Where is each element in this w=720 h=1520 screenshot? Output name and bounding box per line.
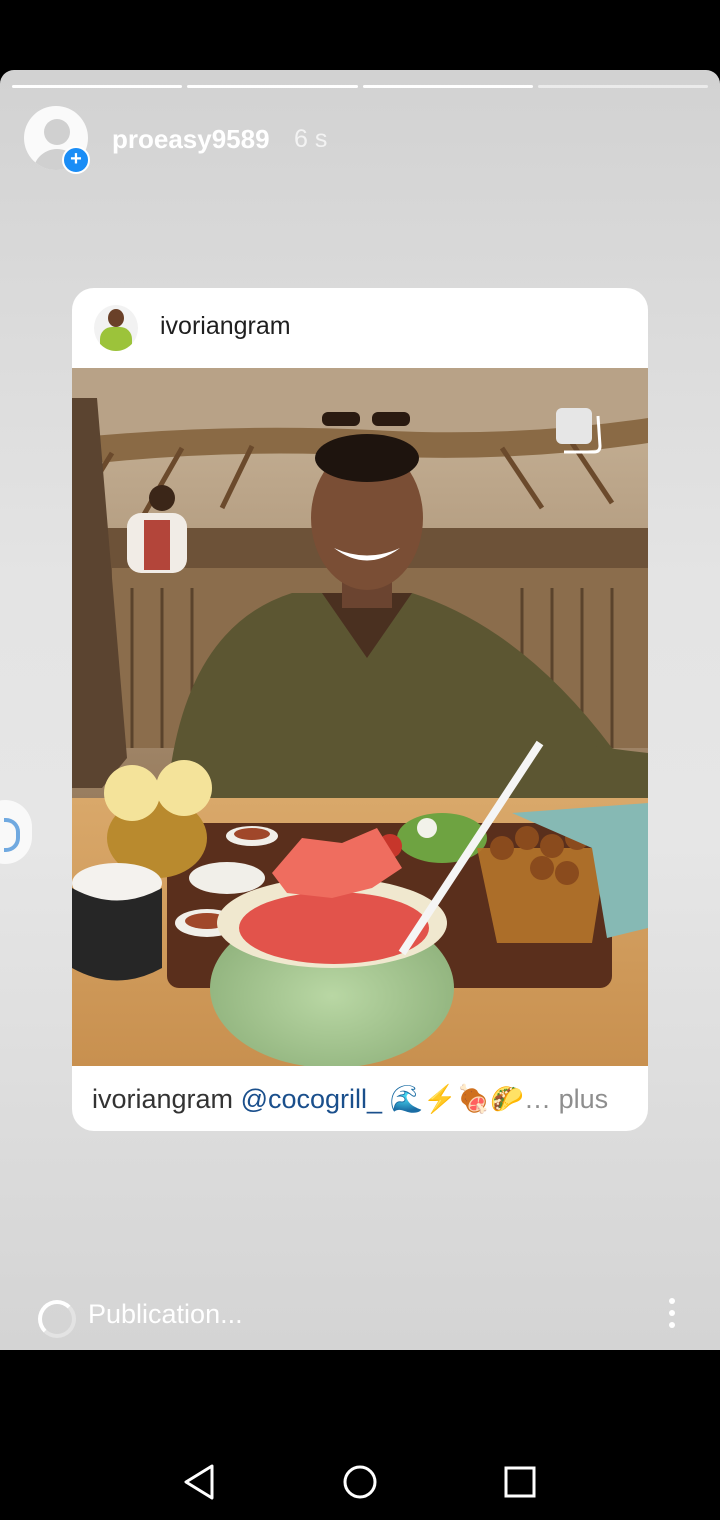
default-avatar-icon	[44, 119, 70, 145]
loading-spinner-icon	[38, 1300, 76, 1338]
caption-emoji: 🌊⚡🍖🌮	[389, 1084, 525, 1114]
caption-username[interactable]: ivoriangram	[92, 1084, 233, 1114]
story-username[interactable]: proeasy9589	[112, 124, 270, 155]
side-swipe-handle[interactable]	[0, 800, 32, 864]
shared-post-card[interactable]: ivoriangram ivoriangram @cocogrill_ 🌊⚡🍖🌮…	[72, 288, 648, 1131]
nav-back-icon[interactable]	[176, 1460, 224, 1504]
nav-home-icon[interactable]	[336, 1460, 384, 1504]
caption-ellipsis: …	[524, 1084, 552, 1114]
progress-segment	[187, 85, 358, 88]
post-photo[interactable]	[72, 368, 648, 1066]
progress-segment	[537, 85, 708, 88]
posting-status-bar: Publication...	[0, 1296, 720, 1350]
nav-recent-icon[interactable]	[496, 1460, 544, 1504]
android-nav-bar	[0, 1440, 720, 1520]
story-viewer[interactable]: + proeasy9589 6 s ivoriangram ivoriangra…	[0, 70, 720, 1350]
caption-more-link[interactable]: plus	[559, 1084, 609, 1114]
post-author-avatar[interactable]	[94, 305, 138, 351]
post-caption[interactable]: ivoriangram @cocogrill_ 🌊⚡🍖🌮… plus	[92, 1083, 608, 1115]
progress-segment	[362, 85, 533, 88]
story-timestamp: 6 s	[294, 125, 328, 153]
more-vertical-icon[interactable]	[662, 1298, 682, 1334]
progress-segment	[12, 85, 183, 88]
add-story-badge[interactable]: +	[62, 146, 90, 174]
post-author-username[interactable]: ivoriangram	[160, 312, 291, 341]
story-progress-bar	[12, 85, 708, 89]
caption-mention[interactable]: @cocogrill_	[241, 1084, 382, 1114]
posting-status-text: Publication...	[88, 1299, 243, 1329]
